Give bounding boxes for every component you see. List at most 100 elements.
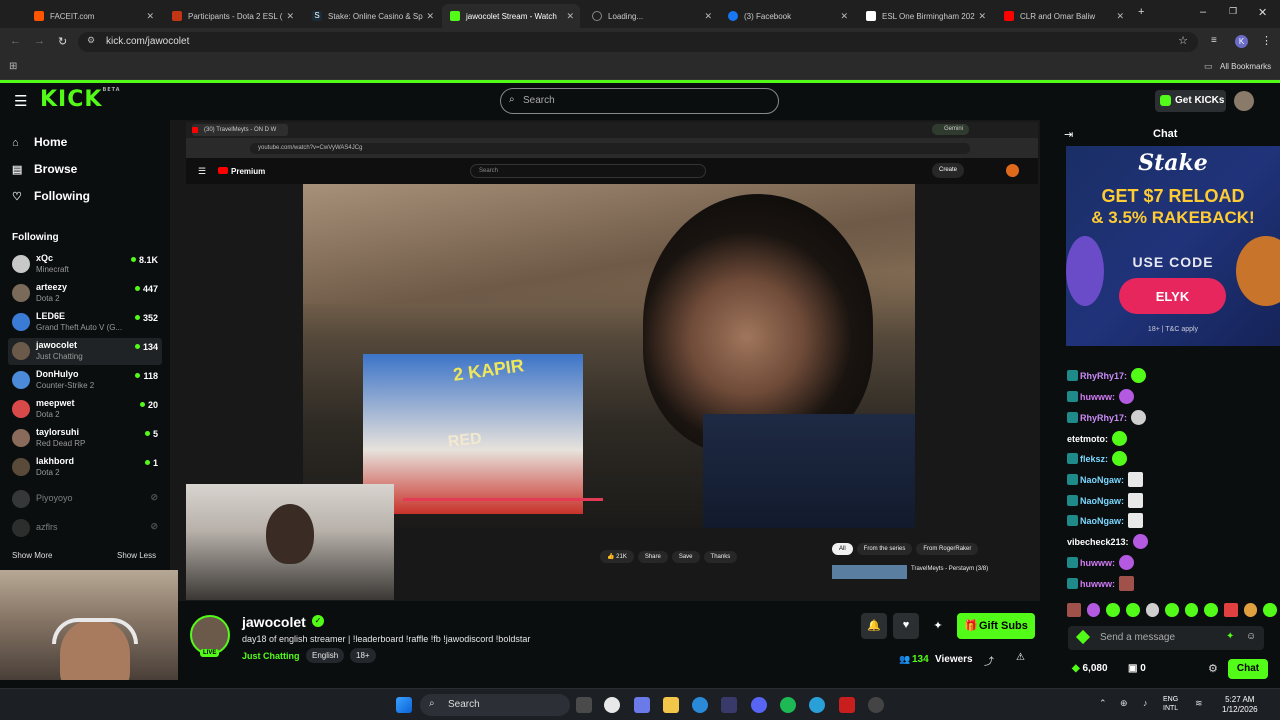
browser-tab[interactable]: S Stake: Online Casino & Sp ✕: [304, 4, 440, 28]
following-item-taylorsuhi[interactable]: taylorsuhi Red Dead RP 5: [8, 425, 162, 452]
following-item-offline[interactable]: azflrs ⊘: [8, 515, 162, 542]
get-kicks-button[interactable]: Get KICKs: [1155, 90, 1226, 112]
close-tab-icon[interactable]: ✕: [840, 11, 848, 22]
browser-tab[interactable]: Participants - Dota 2 ESL ( ✕: [164, 4, 300, 28]
browser-menu-icon[interactable]: ⋮: [1261, 34, 1272, 47]
chat-username[interactable]: RhyRhy17:: [1080, 413, 1127, 423]
category-link[interactable]: Just Chatting: [242, 651, 300, 661]
chrome-icon[interactable]: [604, 697, 620, 713]
apps-grid-icon[interactable]: ⊞: [9, 61, 17, 72]
taskbar-search[interactable]: ⌕ Search: [420, 694, 570, 716]
chat-username[interactable]: vibecheck213:: [1067, 537, 1129, 547]
back-icon[interactable]: ←: [10, 35, 21, 47]
report-icon[interactable]: ⚠: [1016, 652, 1025, 663]
store-icon[interactable]: [721, 697, 737, 713]
chat-username[interactable]: huwww:: [1080, 558, 1115, 568]
emote-icon[interactable]: [1243, 603, 1258, 617]
task-view-icon[interactable]: [576, 697, 592, 713]
emote-icon[interactable]: [1106, 603, 1120, 617]
following-item-meepwet[interactable]: meepwet Dota 2 20: [8, 396, 162, 423]
app-icon[interactable]: [839, 697, 855, 713]
search-input[interactable]: ⌕ Search: [500, 88, 779, 114]
tray-chevron-icon[interactable]: ⌃: [1099, 698, 1107, 709]
emote-icon[interactable]: [1263, 603, 1278, 617]
notification-bell-icon[interactable]: 🔔: [861, 613, 887, 639]
chat-message[interactable]: etetmoto:: [1067, 431, 1127, 449]
close-tab-icon[interactable]: ✕: [426, 11, 434, 22]
taskbar-clock[interactable]: 5:27 AM 1/12/2026: [1222, 695, 1258, 715]
gift-subs-button[interactable]: 🎁 Gift Subs: [957, 613, 1035, 639]
nav-following[interactable]: ♡ Following: [12, 189, 90, 203]
following-item-jawocolet[interactable]: jawocolet Just Chatting 134: [8, 338, 162, 365]
close-window-icon[interactable]: ✕: [1258, 6, 1267, 19]
sparkle-icon[interactable]: ✦: [925, 613, 951, 639]
collapse-chat-icon[interactable]: ⇥: [1064, 128, 1073, 141]
media-icon[interactable]: ≡: [1211, 35, 1217, 46]
file-explorer-icon[interactable]: [663, 697, 679, 713]
browser-tab[interactable]: FACEIT.com ✕: [26, 4, 160, 28]
wifi-icon[interactable]: ≋: [1195, 698, 1203, 709]
chat-message[interactable]: fleksz:: [1067, 451, 1128, 469]
edge-icon[interactable]: [692, 697, 708, 713]
spotify-icon[interactable]: [780, 697, 796, 713]
windows-start-icon[interactable]: [396, 697, 412, 713]
chat-message[interactable]: huwww:: [1067, 576, 1134, 594]
bookmark-star-icon[interactable]: ☆: [1178, 34, 1188, 47]
chat-message[interactable]: vibecheck213:: [1067, 534, 1148, 552]
emote-icon[interactable]: [1224, 603, 1238, 617]
chat-message[interactable]: NaoNgaw:: [1067, 493, 1144, 511]
emote-icon[interactable]: [1086, 603, 1101, 617]
obs-icon[interactable]: [868, 697, 884, 713]
chat-message[interactable]: huwww:: [1067, 555, 1134, 573]
browser-tab[interactable]: CLR and Omar Baliw ✕: [996, 4, 1130, 28]
follow-heart-icon[interactable]: ♥: [893, 613, 919, 639]
browser-tab[interactable]: ESL One Birmingham 202 ✕: [858, 4, 992, 28]
chat-username[interactable]: huwww:: [1080, 392, 1115, 402]
nav-home[interactable]: ⌂ Home: [12, 135, 67, 149]
browser-tab[interactable]: Loading... ✕: [584, 4, 718, 28]
language-indicator[interactable]: ENG INTL: [1163, 695, 1178, 713]
emote-icon[interactable]: [1165, 603, 1179, 617]
kicks-balance[interactable]: ◆ 6,080: [1072, 663, 1108, 674]
close-tab-icon[interactable]: ✕: [978, 11, 986, 22]
forward-icon[interactable]: →: [34, 35, 45, 47]
emote-icon[interactable]: [1145, 603, 1160, 617]
telegram-icon[interactable]: [809, 697, 825, 713]
gift-count[interactable]: ▣ 0: [1128, 663, 1146, 674]
maximize-icon[interactable]: ❐: [1229, 6, 1237, 17]
chat-message-input[interactable]: Send a message ✦ ☺: [1068, 626, 1264, 650]
emote-icon[interactable]: [1067, 603, 1081, 617]
tag-18plus[interactable]: 18+: [350, 648, 376, 663]
network-icon[interactable]: ⊕: [1120, 698, 1128, 709]
following-item-donhulyo[interactable]: DonHulyo Counter-Strike 2 118: [8, 367, 162, 394]
nav-browse[interactable]: ▤ Browse: [12, 162, 77, 176]
emoji-icon[interactable]: ☺: [1246, 631, 1256, 642]
minimize-icon[interactable]: –: [1200, 6, 1206, 18]
kick-logo[interactable]: KICKBETA: [40, 87, 121, 112]
chat-message[interactable]: RhyRhy17:: [1067, 410, 1147, 428]
following-item-led6e[interactable]: LED6E Grand Theft Auto V (G... 352: [8, 309, 162, 336]
new-tab-icon[interactable]: +: [1138, 6, 1144, 18]
stake-ad[interactable]: Stake GET $7 RELOAD & 3.5% RAKEBACK! USE…: [1066, 146, 1280, 346]
chat-message[interactable]: huwww:: [1067, 389, 1134, 407]
site-info-icon[interactable]: ⚙: [87, 35, 95, 46]
chat-username[interactable]: huwww:: [1080, 579, 1115, 589]
reload-icon[interactable]: ↻: [58, 35, 67, 48]
close-tab-icon[interactable]: ✕: [704, 11, 712, 22]
emote-icon[interactable]: [1184, 603, 1199, 617]
chat-username[interactable]: NaoNgaw:: [1080, 516, 1124, 526]
streamer-name[interactable]: jawocolet: [242, 614, 306, 630]
ad-code-button[interactable]: ELYK: [1119, 278, 1226, 314]
chat-message[interactable]: NaoNgaw:: [1067, 472, 1144, 490]
chat-username[interactable]: NaoNgaw:: [1080, 496, 1124, 506]
chat-send-button[interactable]: Chat: [1228, 659, 1268, 679]
close-tab-icon[interactable]: ✕: [286, 11, 294, 22]
close-tab-icon[interactable]: ✕: [146, 11, 154, 22]
show-less-link[interactable]: Show Less: [117, 551, 156, 560]
show-more-link[interactable]: Show More: [12, 551, 52, 560]
browser-tab[interactable]: (3) Facebook ✕: [720, 4, 854, 28]
tag-english[interactable]: English: [306, 648, 345, 663]
copilot-icon[interactable]: [634, 697, 650, 713]
chat-username[interactable]: etetmoto:: [1067, 434, 1108, 444]
discord-icon[interactable]: [751, 697, 767, 713]
